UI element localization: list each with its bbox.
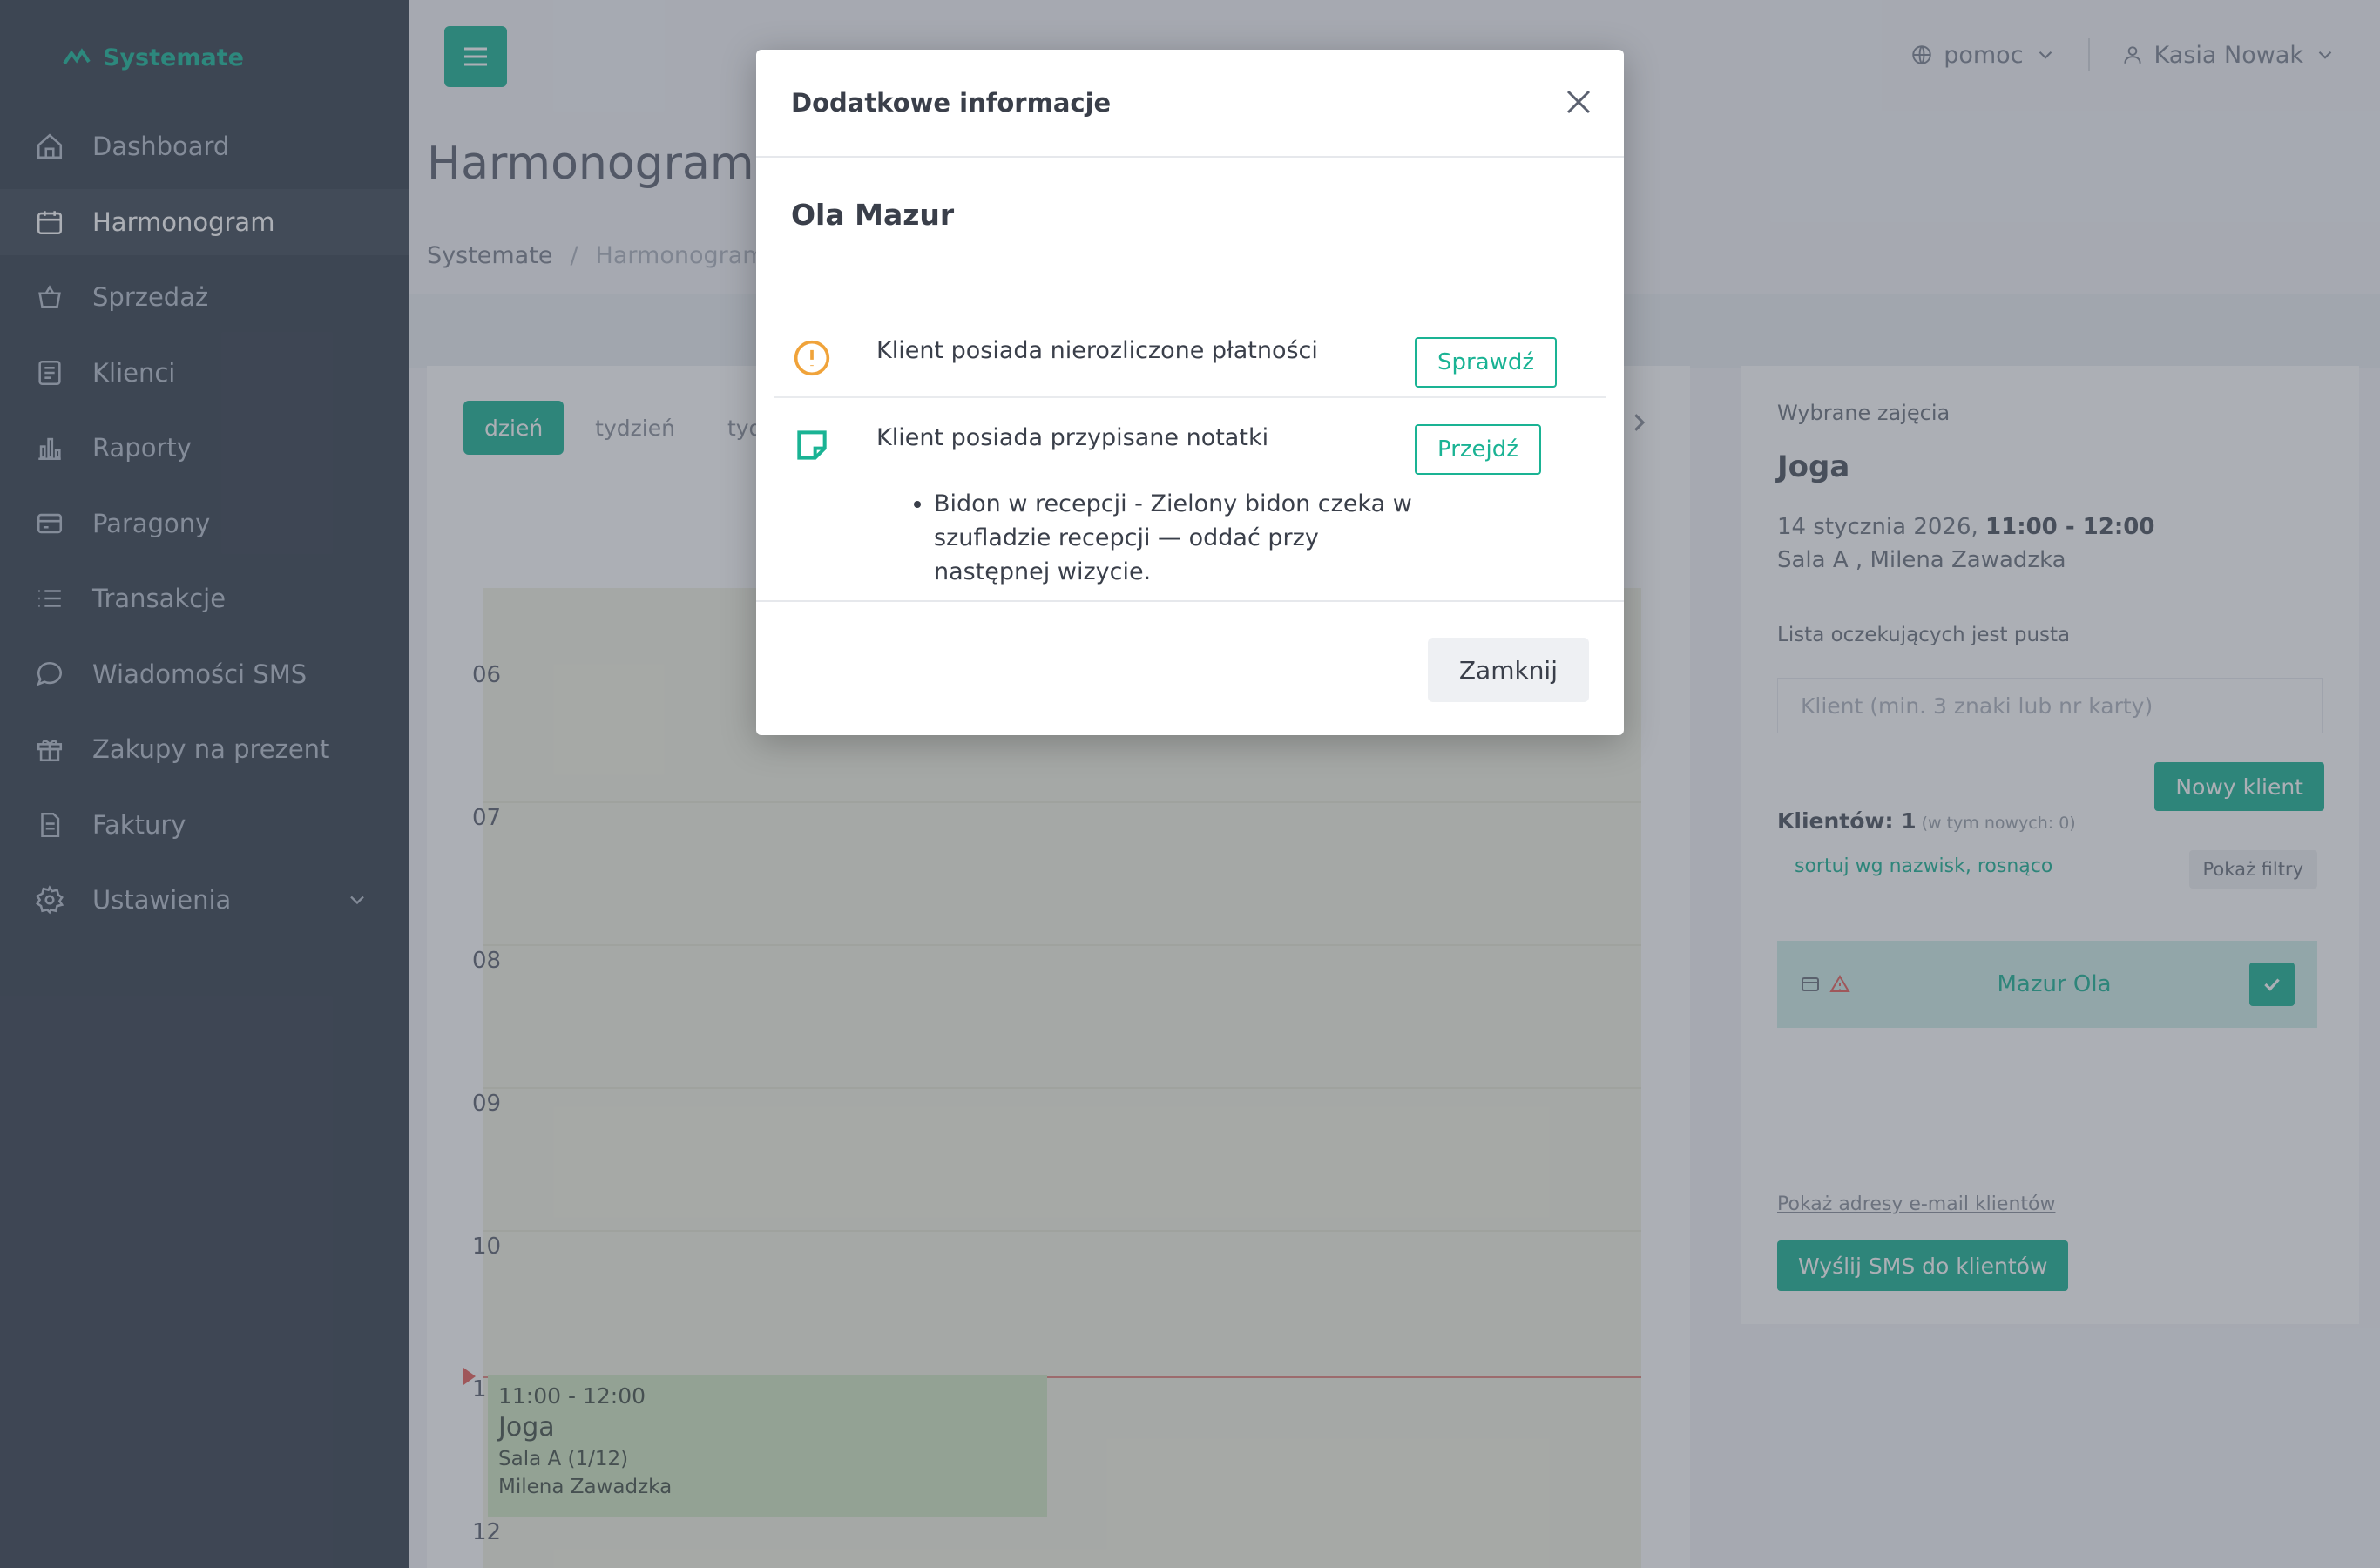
modal-footer-divider: [756, 600, 1624, 602]
check-payments-button[interactable]: Sprawdź: [1415, 337, 1558, 388]
close-icon[interactable]: [1563, 86, 1594, 118]
note-item: Bidon w recepcji - Zielony bidon czeka w…: [934, 487, 1422, 589]
notes-text: Klient posiada przypisane notatki: [876, 424, 1269, 451]
note-icon: [797, 430, 827, 460]
go-to-notes-button[interactable]: Przejdź: [1415, 424, 1541, 475]
modal-client-name: Ola Mazur: [791, 198, 955, 232]
notes-row: Klient posiada przypisane notatki Przejd…: [774, 416, 1606, 590]
modal-close-button[interactable]: Zamknij: [1427, 638, 1589, 702]
unpaid-payments-text: Klient posiada nierozliczone płatności: [876, 337, 1318, 364]
modal-title: Dodatkowe informacje: [791, 88, 1112, 118]
notes-list: Bidon w recepcji - Zielony bidon czeka w…: [934, 487, 1422, 589]
modal-header: Dodatkowe informacje: [756, 50, 1624, 158]
alert-circle-icon: [794, 340, 830, 376]
additional-info-modal: Dodatkowe informacje Ola Mazur Klient po…: [756, 50, 1624, 735]
unpaid-payments-row: Klient posiada nierozliczone płatności S…: [774, 328, 1606, 398]
